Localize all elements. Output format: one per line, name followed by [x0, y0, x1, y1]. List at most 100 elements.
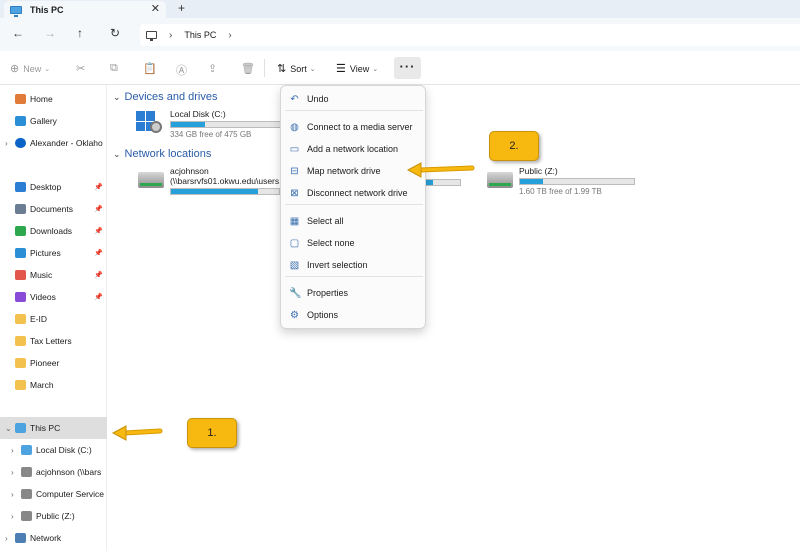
sidebar-item-quick-access[interactable]: March — [0, 374, 107, 396]
chevron-down-icon[interactable]: ⌄ — [5, 424, 15, 433]
computer-icon — [10, 5, 22, 17]
sidebar-item-gallery[interactable]: Gallery — [0, 110, 107, 132]
menu-item-options[interactable]: ⚙ Options — [281, 304, 425, 326]
breadcrumb-this-pc[interactable]: This PC — [184, 30, 216, 40]
drive-name: Public (Z:) — [519, 166, 558, 176]
network-locations-section-header[interactable]: ⌄ Network locations — [113, 148, 211, 160]
menu-item-select-none[interactable]: ▢ Select none — [281, 232, 425, 254]
address-bar[interactable]: › This PC › — [140, 24, 800, 46]
chevron-right-icon[interactable]: › — [228, 30, 231, 41]
sidebar-item-label: Pioneer — [30, 358, 60, 368]
menu-item-icon: ◍ — [290, 121, 299, 133]
network-icon — [15, 533, 26, 543]
drive-icon — [21, 511, 32, 521]
sidebar-item-drive[interactable]: › acjohnson (\\bars — [0, 461, 107, 483]
sidebar-item-label: Downloads — [30, 226, 73, 236]
paste-icon[interactable]: 📋 — [143, 62, 161, 75]
folder-icon — [15, 270, 26, 280]
refresh-button[interactable]: ↻ — [110, 26, 120, 40]
sidebar-item-onedrive[interactable]: › Alexander - Oklaho — [0, 132, 107, 154]
sort-icon: ⇅ — [277, 63, 287, 75]
new-button[interactable]: ⊕ New ⌄ — [10, 62, 50, 75]
sidebar-item-quick-access[interactable]: Music 📌 — [0, 264, 107, 286]
sidebar-item-quick-access[interactable]: Pictures 📌 — [0, 242, 107, 264]
sort-label: Sort — [290, 63, 307, 74]
sidebar-item-quick-access[interactable]: Videos 📌 — [0, 286, 107, 308]
sidebar-item-quick-access[interactable]: Documents 📌 — [0, 198, 107, 220]
menu-item-connect-to-a-media-server[interactable]: ◍ Connect to a media server — [281, 116, 425, 138]
chevron-right-icon[interactable]: › — [11, 512, 21, 521]
sort-button[interactable]: ⇅ Sort ⌄ — [277, 62, 316, 75]
network-drive-icon — [136, 166, 166, 192]
cut-icon[interactable]: ✂ — [76, 62, 89, 75]
sidebar-item-network[interactable]: › Network — [0, 527, 107, 549]
tab-this-pc[interactable]: This PC ✕ — [4, 1, 166, 18]
chevron-down-icon: ⌄ — [44, 65, 51, 73]
chevron-right-icon[interactable]: › — [11, 446, 21, 455]
sidebar-item-label: Tax Letters — [30, 336, 72, 346]
share-icon[interactable]: ⇪ — [208, 62, 221, 75]
menu-item-icon: 🔧 — [289, 287, 302, 299]
drive-public-z[interactable]: Public (Z:) 1.60 TB free of 1.99 TB — [485, 166, 635, 196]
pin-icon: 📌 — [94, 228, 103, 235]
drive-name: Local Disk (C:) — [170, 109, 226, 119]
toolbar-divider — [264, 59, 265, 77]
chevron-right-icon[interactable]: › — [11, 490, 21, 499]
sidebar-item-label: acjohnson (\\bars — [36, 467, 102, 477]
menu-item-properties[interactable]: 🔧 Properties — [281, 282, 425, 304]
folder-icon — [15, 358, 26, 368]
step-2-callout: 2. — [489, 131, 539, 161]
menu-item-label: Connect to a media server — [307, 122, 413, 132]
menu-divider — [285, 110, 423, 111]
sidebar-item-label: This PC — [30, 423, 61, 433]
sidebar-item-drive[interactable]: › Computer Service — [0, 483, 107, 505]
arrow-step-1 — [111, 425, 163, 441]
sidebar-item-drive[interactable]: › Public (Z:) — [0, 505, 107, 527]
sidebar-item-quick-access[interactable]: Pioneer — [0, 352, 107, 374]
sidebar-item-home[interactable]: Home — [0, 88, 107, 110]
chevron-right-icon[interactable]: › — [169, 30, 172, 41]
menu-item-label: Options — [307, 310, 339, 320]
folder-icon — [15, 314, 26, 324]
back-button[interactable]: ← — [12, 26, 24, 40]
new-tab-button[interactable]: + — [178, 1, 185, 15]
menu-item-label: Disconnect network drive — [307, 188, 408, 198]
menu-item-label: Select all — [307, 216, 344, 226]
sidebar-item-quick-access[interactable]: Tax Letters — [0, 330, 107, 352]
sidebar-item-label: Network — [30, 533, 62, 543]
devices-section-header[interactable]: ⌄ Devices and drives — [113, 91, 217, 103]
menu-item-map-network-drive[interactable]: ⊟ Map network drive — [281, 160, 425, 182]
sidebar-item-quick-access[interactable]: Downloads 📌 — [0, 220, 107, 242]
navigation-bar: ← → ↑ ↻ › This PC › — [0, 18, 800, 51]
close-tab-icon[interactable]: ✕ — [151, 2, 160, 15]
sidebar-item-drive[interactable]: › Local Disk (C:) — [0, 439, 107, 461]
sidebar-item-label: Gallery — [30, 116, 57, 126]
view-button[interactable]: ☰ View ⌄ — [336, 62, 378, 75]
chevron-right-icon[interactable]: › — [5, 534, 15, 543]
up-button[interactable]: ↑ — [77, 26, 83, 40]
free-space-text: 334 GB free of 475 GB — [170, 130, 252, 139]
menu-item-undo[interactable]: ↶ Undo — [281, 88, 425, 110]
drive-acjohnson[interactable]: acjohnson (\\barsrvfs01.okwu.edu\users..… — [136, 166, 280, 197]
copy-icon[interactable]: ⧉ — [110, 62, 122, 75]
chevron-right-icon[interactable]: › — [11, 468, 21, 477]
menu-item-invert-selection[interactable]: ▧ Invert selection — [281, 254, 425, 276]
menu-item-disconnect-network-drive[interactable]: ⊠ Disconnect network drive — [281, 182, 425, 204]
section-title: Network locations — [124, 148, 212, 160]
network-drive-icon — [485, 166, 515, 192]
command-bar: ⊕ New ⌄ ✂ ⧉ 📋 Ⓐ ⇪ 🗑 ⇅ Sort ⌄ ☰ View ⌄ ··… — [0, 51, 800, 85]
chevron-right-icon[interactable]: › — [5, 139, 15, 148]
sidebar-item-quick-access[interactable]: E-ID — [0, 308, 107, 330]
chevron-down-icon: ⌄ — [113, 148, 121, 159]
rename-icon[interactable]: Ⓐ — [176, 62, 191, 78]
sidebar-item-this-pc[interactable]: ⌄ This PC — [0, 417, 107, 439]
sidebar-item-label: Alexander - Oklaho — [30, 138, 103, 148]
cloud-icon — [15, 138, 26, 148]
forward-button[interactable]: → — [44, 26, 56, 40]
menu-item-add-a-network-location[interactable]: ▭ Add a network location — [281, 138, 425, 160]
drive-local-disk-c[interactable]: Local Disk (C:) 334 GB free of 475 GB — [136, 109, 285, 139]
sidebar-item-quick-access[interactable]: Desktop 📌 — [0, 176, 107, 198]
delete-icon[interactable]: 🗑 — [241, 62, 259, 75]
menu-item-select-all[interactable]: ▦ Select all — [281, 210, 425, 232]
see-more-button[interactable]: ··· — [394, 57, 421, 79]
